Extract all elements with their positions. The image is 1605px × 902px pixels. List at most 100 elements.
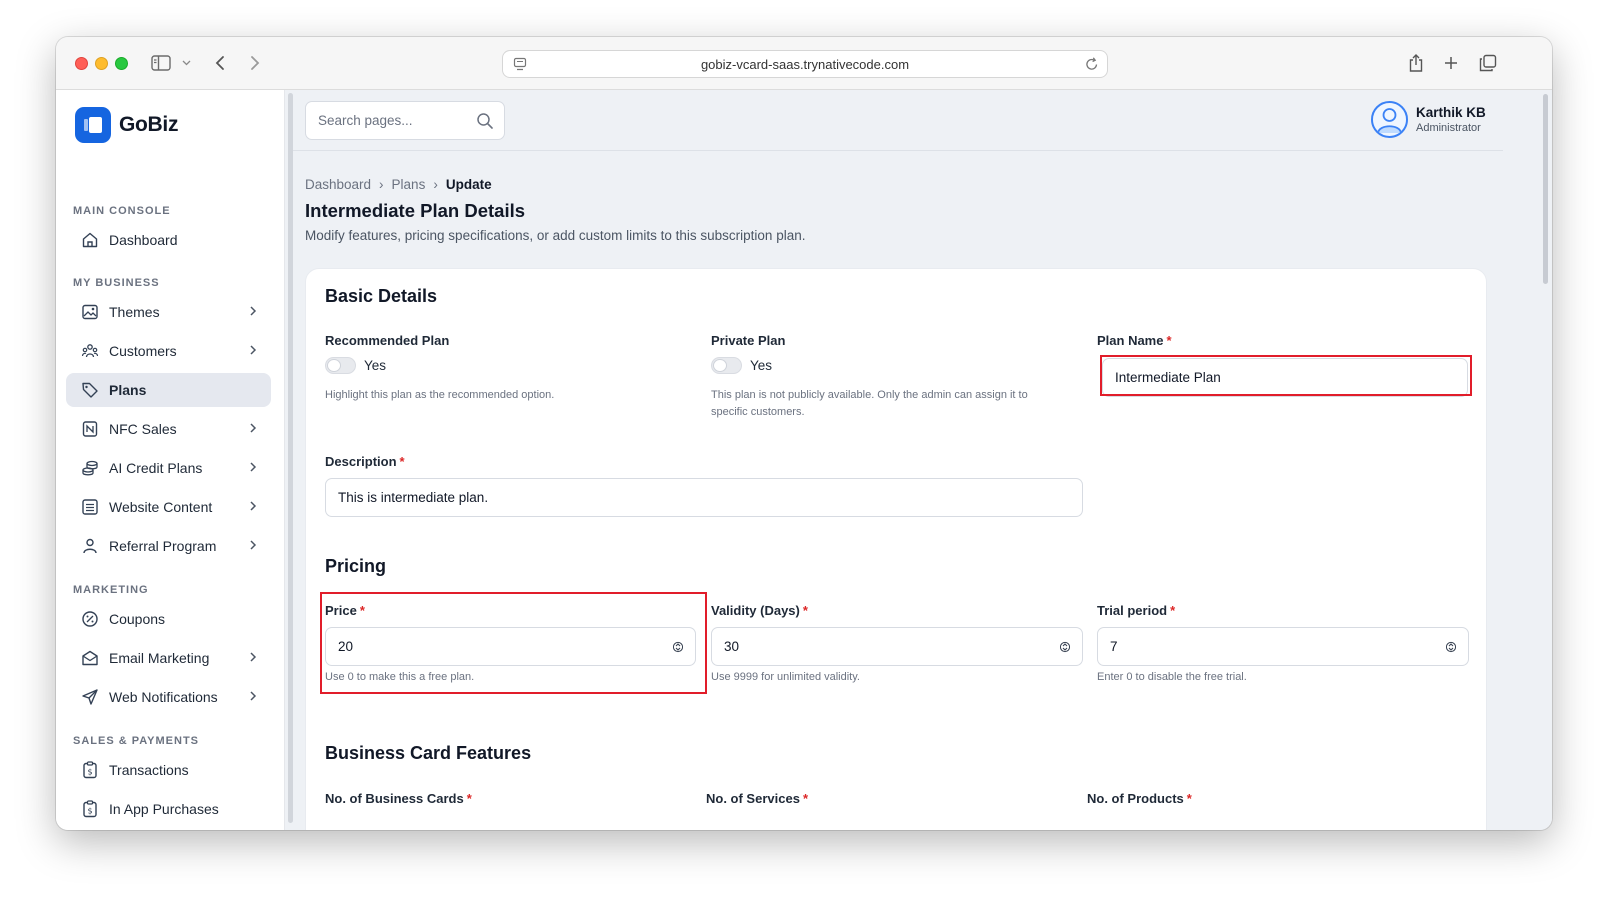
sidebar-item-label: Web Notifications [109,689,218,705]
new-tab-icon[interactable] [1441,51,1461,75]
sidebar-item-label: Transactions [109,762,189,778]
receipt-icon: $ [81,800,99,818]
sidebar-item-label: Plans [109,382,147,398]
trial-period-label: Trial period * [1097,603,1176,618]
validity-input[interactable]: 30 [711,627,1083,666]
forward-icon[interactable] [246,51,264,75]
discount-icon [81,610,99,628]
zoom-window-button[interactable] [115,57,128,70]
search-placeholder: Search pages... [318,113,413,128]
sidebar-item-customers[interactable]: Customers [66,334,271,368]
tab-overview-icon[interactable] [1477,51,1499,75]
breadcrumb: Dashboard › Plans › Update [305,177,492,192]
plan-name-label: Plan Name * [1097,333,1172,348]
sidebar: GoBiz MAIN CONSOLE Dashboard MY BUSINESS… [56,90,285,830]
validity-label: Validity (Days) * [711,603,808,618]
sidebar-item-referral-program[interactable]: Referral Program [66,529,271,563]
url-text: gobiz-vcard-saas.trynativecode.com [700,56,910,72]
sidebar-item-nfc-sales[interactable]: NFC Sales [66,412,271,446]
main-content: Search pages... Karthik KB Administrator… [293,90,1552,830]
page-title: Intermediate Plan Details [305,200,526,221]
sidebar-item-label: Themes [109,304,160,320]
back-icon[interactable] [211,51,229,75]
brand[interactable]: GoBiz [75,107,178,143]
sidebar-item-in-app-purchases[interactable]: $ In App Purchases [66,792,271,826]
products-label: No. of Products * [1087,791,1192,806]
address-bar[interactable]: gobiz-vcard-saas.trynativecode.com [502,50,1108,78]
main-scrollbar[interactable] [1543,94,1548,284]
recommended-plan-toggle[interactable] [325,357,356,374]
recommended-toggle-text: Yes [364,358,387,373]
chevron-right-icon [249,650,257,666]
sidebar-item-label: Website Content [109,499,213,515]
private-plan-toggle[interactable] [711,357,742,374]
sidebar-item-transactions[interactable]: $ Transactions [66,753,271,787]
share-icon[interactable] [1406,51,1426,75]
page-settings-icon[interactable] [513,57,527,74]
sidebar-item-label: Dashboard [109,232,178,248]
section-title-my-business: MY BUSINESS [73,277,160,289]
user-name: Karthik KB [1416,105,1486,120]
user-menu[interactable]: Karthik KB Administrator [1371,101,1486,138]
sidebar-item-web-notifications[interactable]: Web Notifications [66,680,271,714]
sidebar-item-ai-credit-plans[interactable]: AI Credit Plans [66,451,271,485]
chevron-right-icon [249,343,257,359]
search-icon[interactable] [476,112,494,133]
breadcrumb-plans[interactable]: Plans [392,177,426,192]
sidebar-item-label: AI Credit Plans [109,460,203,476]
business-card-features-heading: Business Card Features [325,743,532,763]
gobiz-logo-icon [75,107,111,143]
coins-icon [81,459,99,477]
sidebar-item-email-marketing[interactable]: Email Marketing [66,641,271,675]
brand-name: GoBiz [119,113,179,136]
send-icon [81,688,99,706]
sidebar-item-coupons[interactable]: Coupons [66,602,271,636]
mail-icon [81,649,99,667]
search-input[interactable]: Search pages... [305,101,505,140]
section-title-main-console: MAIN CONSOLE [73,205,171,217]
minimize-window-button[interactable] [95,57,108,70]
chevron-right-icon [249,538,257,554]
number-stepper-icon[interactable] [1059,639,1071,658]
sidebar-item-dashboard[interactable]: Dashboard [66,223,271,257]
tag-icon [81,381,99,399]
recommended-help: Highlight this plan as the recommended o… [325,389,555,401]
section-title-sales-payments: SALES & PAYMENTS [73,735,200,747]
price-highlight [320,592,707,694]
chevron-right-icon [249,689,257,705]
chevron-right-icon [249,304,257,320]
recommended-plan-label: Recommended Plan [325,333,450,348]
receipt-icon: $ [81,761,99,779]
pricing-heading: Pricing [325,556,387,576]
home-icon [81,231,99,249]
description-input[interactable]: This is intermediate plan. [325,478,1083,517]
close-window-button[interactable] [75,57,88,70]
sidebar-item-label: NFC Sales [109,421,177,437]
number-stepper-icon[interactable] [1445,639,1457,658]
chevron-right-icon [249,460,257,476]
breadcrumb-separator-icon: › [433,177,438,192]
section-title-marketing: MARKETING [73,584,149,596]
private-toggle-text: Yes [750,358,773,373]
validity-help: Use 9999 for unlimited validity. [711,671,860,683]
svg-text:$: $ [87,768,92,777]
avatar [1371,101,1408,138]
business-cards-label: No. of Business Cards * [325,791,472,806]
private-plan-label: Private Plan [711,333,786,348]
sidebar-item-label: Email Marketing [109,650,210,666]
sidebar-item-plans[interactable]: Plans [66,373,271,407]
sidebar-item-website-content[interactable]: Website Content [66,490,271,524]
users-icon [81,342,99,360]
breadcrumb-current: Update [445,177,492,192]
chevron-right-icon [249,421,257,437]
trial-period-input[interactable]: 7 [1097,627,1469,666]
sidebar-toggle-icon[interactable] [150,51,172,75]
basic-details-heading: Basic Details [325,286,438,306]
sidebar-item-themes[interactable]: Themes [66,295,271,329]
chevron-down-icon[interactable] [180,51,192,75]
image-icon [81,303,99,321]
sidebar-item-label: Coupons [109,611,166,627]
breadcrumb-dashboard[interactable]: Dashboard [305,177,371,192]
reload-icon[interactable] [1085,56,1099,75]
services-label: No. of Services * [706,791,808,806]
